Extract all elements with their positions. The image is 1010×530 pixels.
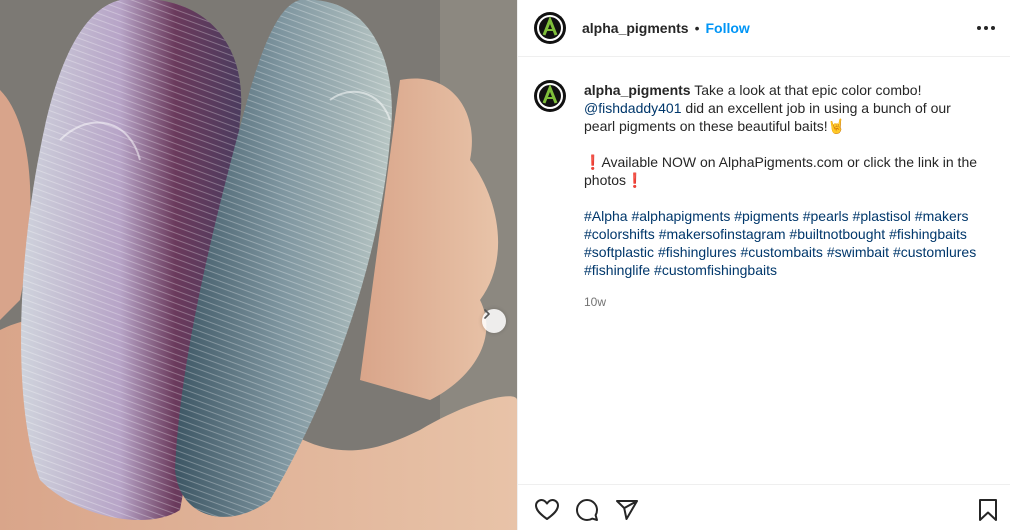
fish-baits-photo — [0, 0, 517, 530]
hashtag-link[interactable]: #swimbait — [827, 244, 889, 260]
hashtag-link[interactable]: #customfishingbaits — [654, 262, 777, 278]
mention-link[interactable]: @fishdaddy401 — [584, 100, 682, 116]
hashtag-link[interactable]: #colorshifts — [584, 226, 655, 242]
caption-text: alpha_pigments Take a look at that epic … — [584, 81, 984, 279]
like-button[interactable] — [534, 497, 560, 523]
hashtag-link[interactable]: #custombaits — [740, 244, 822, 260]
next-image-button[interactable] — [482, 309, 506, 333]
exclaim-emoji: ❗ — [626, 172, 644, 188]
avatar[interactable] — [534, 80, 566, 112]
heart-icon — [535, 499, 559, 520]
post-side-panel: alpha_pigments • Follow alpha_pigments T… — [517, 0, 1010, 530]
hashtag-link[interactable]: #plastisol — [853, 208, 911, 224]
hashtag-link[interactable]: #fishinglures — [658, 244, 737, 260]
bookmark-icon — [979, 499, 997, 521]
hashtag-link[interactable]: #fishingbaits — [889, 226, 967, 242]
hashtag-link[interactable]: #pearls — [803, 208, 849, 224]
hashtag-link[interactable]: #alphapigments — [631, 208, 730, 224]
comment-button[interactable] — [574, 497, 600, 523]
hashtag-link[interactable]: #makersofinstagram — [659, 226, 786, 242]
action-bar — [518, 484, 1010, 530]
hashtag-list: #Alpha #alphapigments #pigments #pearls … — [584, 207, 984, 279]
exclaim-emoji: ❗ — [584, 154, 602, 170]
chevron-right-icon — [484, 309, 490, 319]
separator-dot: • — [694, 20, 700, 36]
post-header: alpha_pigments • Follow — [518, 0, 1010, 57]
send-icon — [616, 500, 638, 520]
caption-line-1: Take a look at that epic color combo! — [694, 82, 922, 98]
caption-username[interactable]: alpha_pigments — [584, 82, 691, 98]
post-username[interactable]: alpha_pigments — [582, 20, 689, 36]
hashtag-link[interactable]: #softplastic — [584, 244, 654, 260]
hashtag-link[interactable]: #fishinglife — [584, 262, 650, 278]
alpha-logo-icon — [537, 83, 563, 109]
hashtag-link[interactable]: #builtnotbought — [789, 226, 885, 242]
avatar[interactable] — [534, 12, 566, 44]
post-image[interactable] — [0, 0, 517, 530]
hashtag-link[interactable]: #Alpha — [584, 208, 628, 224]
comment-icon — [576, 499, 598, 521]
follow-button[interactable]: Follow — [706, 20, 750, 36]
share-button[interactable] — [614, 497, 640, 523]
hashtag-link[interactable]: #pigments — [734, 208, 799, 224]
more-options-button[interactable] — [974, 16, 998, 40]
post-timestamp[interactable]: 10w — [584, 295, 606, 309]
save-button[interactable] — [975, 497, 1001, 523]
alpha-logo-icon — [537, 15, 563, 41]
more-horizontal-icon — [977, 26, 995, 30]
horns-emoji: 🤘 — [827, 118, 846, 134]
hashtag-link[interactable]: #makers — [915, 208, 969, 224]
hashtag-link[interactable]: #customlures — [893, 244, 976, 260]
